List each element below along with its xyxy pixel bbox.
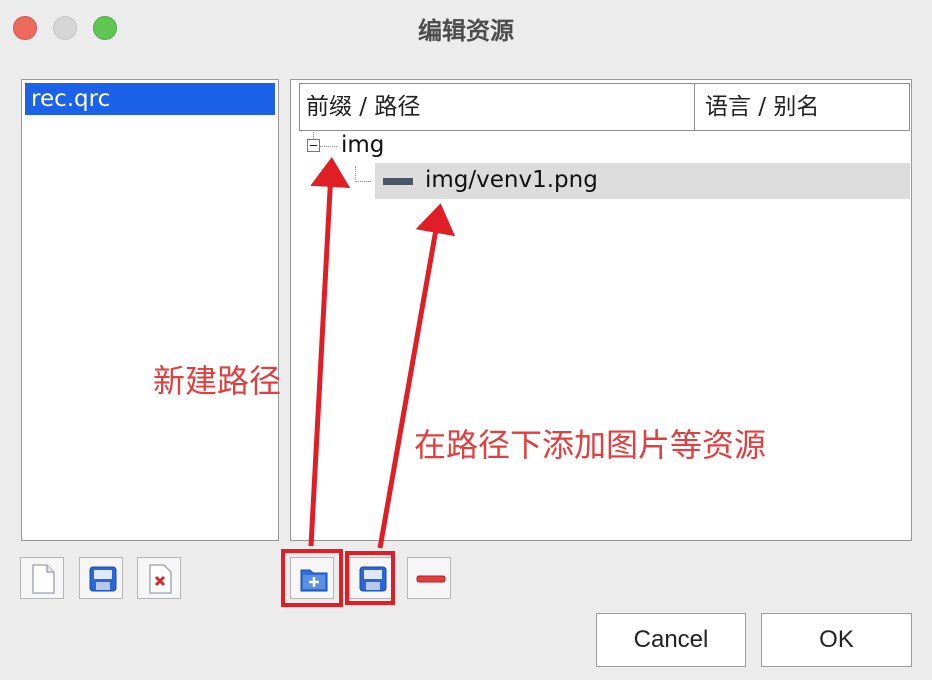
annotation-arrow <box>308 157 351 547</box>
annotation-add-resources: 在路径下添加图片等资源 <box>414 426 767 464</box>
annotation-new-path: 新建路径 <box>153 362 282 400</box>
ok-button[interactable]: OK <box>761 613 912 667</box>
cancel-button[interactable]: Cancel <box>596 613 746 667</box>
annotation-arrow <box>377 203 456 549</box>
annotation-arrows <box>308 157 456 549</box>
